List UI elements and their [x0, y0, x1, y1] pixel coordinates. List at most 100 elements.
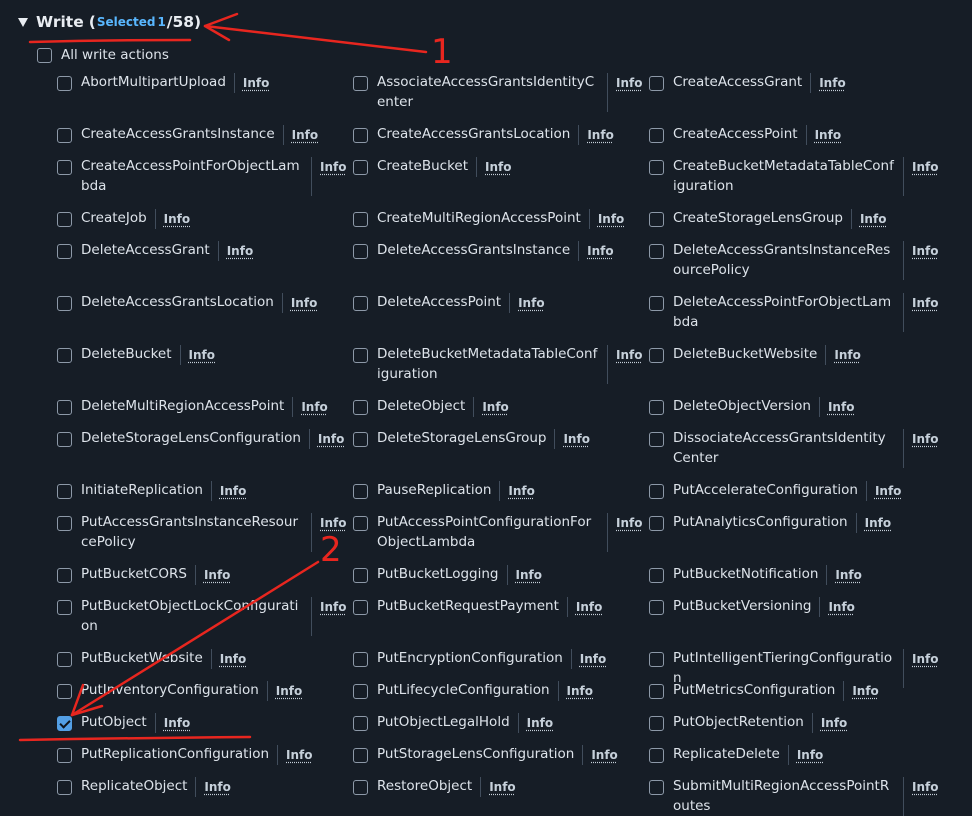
action-put-access-grants-instance-resource-policy[interactable]: PutAccessGrantsInstanceResourcePolicy Inf…: [57, 513, 347, 552]
info-link[interactable]: Info: [276, 681, 302, 701]
action-restore-object[interactable]: RestoreObject Info: [353, 777, 643, 797]
action-checkbox[interactable]: [57, 600, 72, 615]
action-checkbox[interactable]: [353, 516, 368, 531]
info-link[interactable]: Info: [912, 241, 938, 280]
action-checkbox[interactable]: [57, 652, 72, 667]
info-link[interactable]: Info: [912, 293, 938, 332]
info-link[interactable]: Info: [852, 681, 878, 701]
info-link[interactable]: Info: [567, 681, 593, 701]
info-link[interactable]: Info: [828, 597, 854, 617]
action-create-access-grant[interactable]: CreateAccessGrant Info: [649, 73, 939, 93]
action-checkbox[interactable]: [353, 652, 368, 667]
info-link[interactable]: Info: [518, 293, 544, 313]
action-put-object-retention[interactable]: PutObjectRetention Info: [649, 713, 939, 733]
info-link[interactable]: Info: [286, 745, 312, 765]
action-delete-access-point-for-object-lambda[interactable]: DeleteAccessPointForObjectLambda Info: [649, 293, 939, 332]
caret-down-icon[interactable]: [18, 17, 28, 27]
info-link[interactable]: Info: [508, 481, 534, 501]
info-link[interactable]: Info: [835, 565, 861, 585]
info-link[interactable]: Info: [591, 745, 617, 765]
action-put-bucket-notification[interactable]: PutBucketNotification Info: [649, 565, 939, 585]
action-put-encryption-configuration[interactable]: PutEncryptionConfiguration Info: [353, 649, 643, 669]
action-delete-object[interactable]: DeleteObject Info: [353, 397, 643, 417]
info-link[interactable]: Info: [164, 713, 190, 733]
action-checkbox[interactable]: [57, 128, 72, 143]
action-put-inventory-configuration[interactable]: PutInventoryConfiguration Info: [57, 681, 347, 701]
action-checkbox[interactable]: [57, 244, 72, 259]
write-section-header[interactable]: Write ( Selected 1 /58): [18, 10, 201, 34]
info-link[interactable]: Info: [860, 209, 886, 229]
info-link[interactable]: Info: [912, 157, 938, 196]
action-checkbox[interactable]: [649, 212, 664, 227]
action-checkbox[interactable]: [649, 160, 664, 175]
action-put-analytics-configuration[interactable]: PutAnalyticsConfiguration Info: [649, 513, 939, 533]
action-checkbox[interactable]: [57, 716, 72, 731]
action-checkbox[interactable]: [649, 244, 664, 259]
action-replicate-object[interactable]: ReplicateObject Info: [57, 777, 347, 797]
info-link[interactable]: Info: [527, 713, 553, 733]
info-link[interactable]: Info: [516, 565, 542, 585]
action-checkbox[interactable]: [353, 348, 368, 363]
action-checkbox[interactable]: [57, 684, 72, 699]
action-checkbox[interactable]: [353, 684, 368, 699]
action-checkbox[interactable]: [353, 748, 368, 763]
info-link[interactable]: Info: [243, 73, 269, 93]
action-checkbox[interactable]: [353, 484, 368, 499]
info-link[interactable]: Info: [797, 745, 823, 765]
info-link[interactable]: Info: [204, 565, 230, 585]
info-link[interactable]: Info: [587, 125, 613, 145]
all-write-actions-checkbox[interactable]: [37, 47, 52, 63]
action-pause-replication[interactable]: PauseReplication Info: [353, 481, 643, 501]
action-associate-access-grants-identity-center[interactable]: AssociateAccessGrantsIdentityCenter Info: [353, 73, 643, 112]
action-put-accelerate-configuration[interactable]: PutAccelerateConfiguration Info: [649, 481, 939, 501]
action-put-object[interactable]: PutObject Info: [57, 713, 347, 733]
action-checkbox[interactable]: [649, 600, 664, 615]
action-checkbox[interactable]: [353, 128, 368, 143]
action-delete-multi-region-access-point[interactable]: DeleteMultiRegionAccessPoint Info: [57, 397, 347, 417]
info-link[interactable]: Info: [587, 241, 613, 261]
info-link[interactable]: Info: [563, 429, 589, 449]
action-checkbox[interactable]: [353, 212, 368, 227]
info-link[interactable]: Info: [912, 777, 938, 816]
action-put-object-legal-hold[interactable]: PutObjectLegalHold Info: [353, 713, 643, 733]
action-checkbox[interactable]: [353, 76, 368, 91]
action-checkbox[interactable]: [57, 748, 72, 763]
action-delete-storage-lens-configuration[interactable]: DeleteStorageLensConfiguration Info: [57, 429, 347, 449]
action-checkbox[interactable]: [649, 716, 664, 731]
action-delete-access-grants-instance-resource-policy[interactable]: DeleteAccessGrantsInstanceResourcePolicy…: [649, 241, 939, 280]
action-put-bucket-versioning[interactable]: PutBucketVersioning Info: [649, 597, 939, 617]
action-checkbox[interactable]: [57, 296, 72, 311]
action-checkbox[interactable]: [57, 484, 72, 499]
action-checkbox[interactable]: [57, 516, 72, 531]
info-link[interactable]: Info: [489, 777, 515, 797]
action-checkbox[interactable]: [57, 568, 72, 583]
info-link[interactable]: Info: [616, 73, 642, 112]
all-write-actions[interactable]: All write actions: [37, 47, 169, 63]
action-put-replication-configuration[interactable]: PutReplicationConfiguration Info: [57, 745, 347, 765]
action-checkbox[interactable]: [353, 716, 368, 731]
action-delete-access-grants-location[interactable]: DeleteAccessGrantsLocation Info: [57, 293, 347, 313]
action-delete-storage-lens-group[interactable]: DeleteStorageLensGroup Info: [353, 429, 643, 449]
action-checkbox[interactable]: [57, 160, 72, 175]
info-link[interactable]: Info: [834, 345, 860, 365]
action-put-bucket-request-payment[interactable]: PutBucketRequestPayment Info: [353, 597, 643, 617]
info-link[interactable]: Info: [865, 513, 891, 533]
action-checkbox[interactable]: [353, 400, 368, 415]
action-checkbox[interactable]: [649, 400, 664, 415]
info-link[interactable]: Info: [598, 209, 624, 229]
action-checkbox[interactable]: [57, 76, 72, 91]
info-link[interactable]: Info: [220, 481, 246, 501]
action-checkbox[interactable]: [353, 432, 368, 447]
action-create-bucket-metadata-table-configuration[interactable]: CreateBucketMetadataTableConfiguration In…: [649, 157, 939, 196]
action-put-bucket-object-lock-configuration[interactable]: PutBucketObjectLockConfiguration Info: [57, 597, 347, 636]
info-link[interactable]: Info: [616, 513, 642, 552]
info-link[interactable]: Info: [204, 777, 230, 797]
info-link[interactable]: Info: [320, 597, 346, 636]
action-delete-access-point[interactable]: DeleteAccessPoint Info: [353, 293, 643, 313]
info-link[interactable]: Info: [828, 397, 854, 417]
action-abort-multipart-upload[interactable]: AbortMultipartUpload Info: [57, 73, 347, 93]
action-create-access-point-for-object-lambda[interactable]: CreateAccessPointForObjectLambda Info: [57, 157, 347, 196]
info-link[interactable]: Info: [482, 397, 508, 417]
info-link[interactable]: Info: [815, 125, 841, 145]
info-link[interactable]: Info: [318, 429, 344, 449]
